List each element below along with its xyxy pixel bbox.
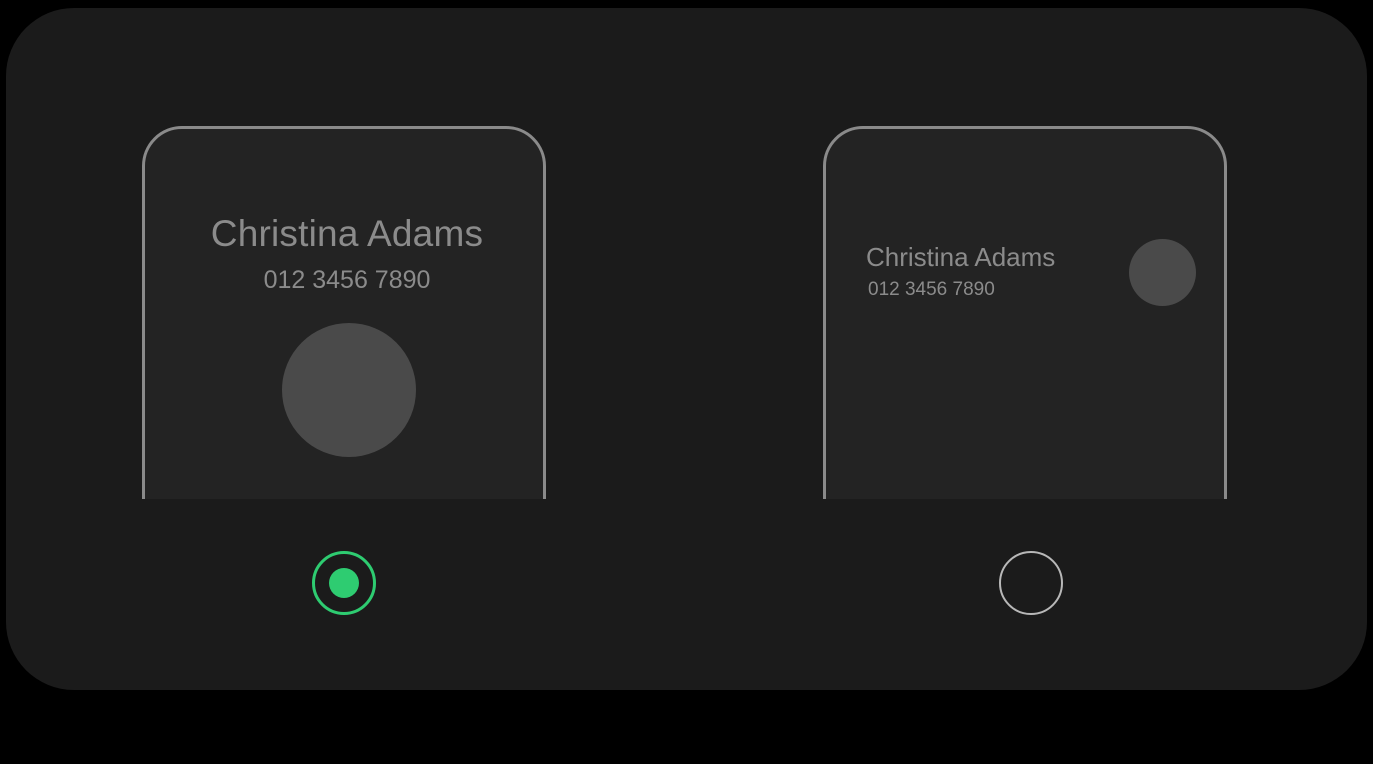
- phone-preview-compact[interactable]: Christina Adams 012 3456 7890: [823, 126, 1227, 499]
- phone-frame: Christina Adams 012 3456 7890: [823, 126, 1227, 499]
- layout-option-centered[interactable]: Christina Adams 012 3456 7890: [136, 8, 556, 690]
- layout-option-compact[interactable]: Christina Adams 012 3456 7890: [817, 8, 1237, 690]
- contact-number: 012 3456 7890: [263, 266, 431, 294]
- contact-name: Christina Adams: [210, 213, 484, 254]
- contact-avatar: [1129, 239, 1196, 306]
- radio-dot-icon: [329, 568, 359, 598]
- phone-preview-centered[interactable]: Christina Adams 012 3456 7890: [142, 126, 546, 499]
- contact-avatar: [282, 323, 416, 457]
- radio-button-selected[interactable]: [312, 551, 376, 615]
- contact-number: 012 3456 7890: [868, 279, 995, 300]
- contact-name: Christina Adams: [866, 242, 1056, 272]
- phone-frame: Christina Adams 012 3456 7890: [142, 126, 546, 499]
- layout-picker-panel: Christina Adams 012 3456 7890 Christina …: [6, 8, 1367, 690]
- radio-button-unselected[interactable]: [999, 551, 1063, 615]
